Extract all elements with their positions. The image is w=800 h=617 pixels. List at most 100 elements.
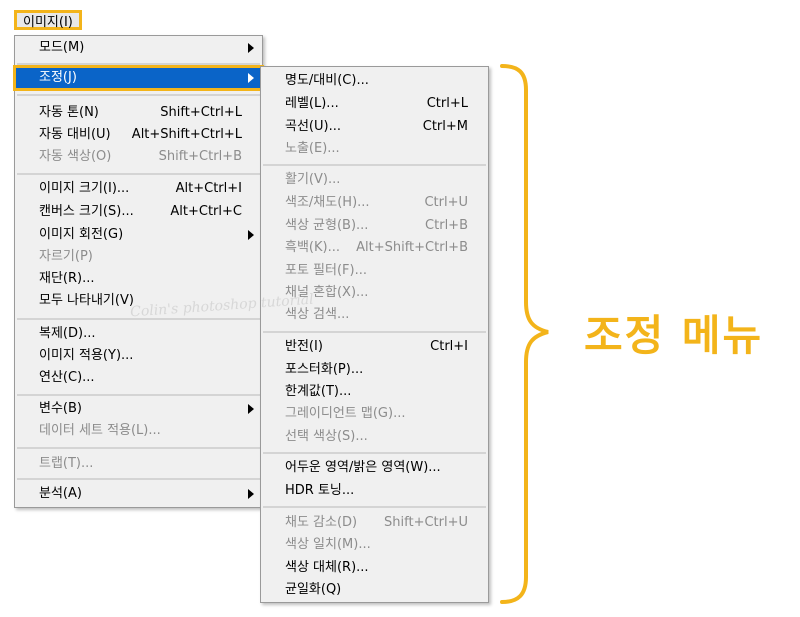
menu-item-invert[interactable]: 반전(I) Ctrl+I bbox=[261, 336, 488, 358]
separator bbox=[263, 164, 486, 166]
menu-item-auto-contrast[interactable]: 자동 대비(U) Alt+Shift+Ctrl+L bbox=[15, 124, 262, 146]
menu-item-apply-image[interactable]: 이미지 적용(Y)... bbox=[15, 345, 262, 367]
separator bbox=[17, 394, 260, 396]
separator bbox=[17, 94, 260, 96]
menu-item-desaturate[interactable]: 채도 감소(D) Shift+Ctrl+U bbox=[261, 512, 488, 534]
menu-item-label: 이미지 크기(I)... bbox=[39, 181, 130, 196]
menu-item-trap[interactable]: 트랩(T)... bbox=[15, 453, 262, 475]
submenu-arrow-icon bbox=[248, 73, 254, 83]
menu-item-label: 곡선(U)... bbox=[285, 119, 341, 134]
submenu-arrow-icon bbox=[248, 404, 254, 414]
menu-item-selective-color[interactable]: 선택 색상(S)... bbox=[261, 426, 488, 448]
menu-item-analysis[interactable]: 분석(A) bbox=[15, 483, 262, 505]
menu-item-label: 색상 대체(R)... bbox=[285, 560, 369, 575]
menu-item-label: 균일화(Q) bbox=[285, 582, 342, 597]
menu-item-hue-saturation[interactable]: 색조/채도(H)... Ctrl+U bbox=[261, 192, 488, 214]
menu-item-label: 조정(J) bbox=[39, 70, 77, 85]
menu-item-apply-data-set[interactable]: 데이터 세트 적용(L)... bbox=[15, 420, 262, 442]
menu-item-label: HDR 토닝... bbox=[285, 483, 355, 498]
menu-item-label: 활기(V)... bbox=[285, 172, 341, 187]
menu-item-label: 변수(B) bbox=[39, 401, 82, 416]
menu-item-curves[interactable]: 곡선(U)... Ctrl+M bbox=[261, 116, 488, 138]
menu-item-label: 모두 나타내기(V) bbox=[39, 293, 134, 308]
menu-item-exposure[interactable]: 노출(E)... bbox=[261, 138, 488, 160]
menu-item-label: 자동 색상(O) bbox=[39, 149, 112, 164]
menu-item-threshold[interactable]: 한계값(T)... bbox=[261, 381, 488, 403]
shortcut: Ctrl+L bbox=[426, 96, 468, 111]
menu-item-label: 이미지 적용(Y)... bbox=[39, 348, 134, 363]
menu-item-posterize[interactable]: 포스터화(P)... bbox=[261, 359, 488, 381]
separator bbox=[263, 452, 486, 454]
menu-item-equalize[interactable]: 균일화(Q) bbox=[261, 579, 488, 601]
menu-item-black-white[interactable]: 흑백(K)... Alt+Shift+Ctrl+B bbox=[261, 237, 488, 259]
menu-item-label: 어두운 영역/밝은 영역(W)... bbox=[285, 460, 441, 475]
menu-item-levels[interactable]: 레벨(L)... Ctrl+L bbox=[261, 93, 488, 115]
image-menu[interactable]: 이미지(I) bbox=[14, 10, 82, 30]
menu-item-label: 모드(M) bbox=[39, 40, 85, 55]
submenu-arrow-icon bbox=[248, 489, 254, 499]
shortcut: Shift+Ctrl+U bbox=[384, 515, 468, 530]
menu-item-label: 노출(E)... bbox=[285, 141, 340, 156]
shortcut: Alt+Ctrl+I bbox=[175, 181, 242, 196]
menu-item-auto-color[interactable]: 자동 색상(O) Shift+Ctrl+B bbox=[15, 146, 262, 168]
submenu-arrow-icon bbox=[248, 230, 254, 240]
menu-item-label: 흑백(K)... bbox=[285, 240, 340, 255]
menu-item-label: 자르기(P) bbox=[39, 249, 93, 264]
separator bbox=[17, 447, 260, 449]
separator bbox=[263, 506, 486, 508]
menu-item-gradient-map[interactable]: 그레이디언트 맵(G)... bbox=[261, 403, 488, 425]
shortcut: Shift+Ctrl+B bbox=[158, 149, 242, 164]
menu-item-vibrance[interactable]: 활기(V)... bbox=[261, 169, 488, 191]
menu-item-label: 분석(A) bbox=[39, 486, 82, 501]
menu-item-label: 반전(I) bbox=[285, 339, 323, 354]
menu-item-label: 한계값(T)... bbox=[285, 384, 352, 399]
submenu-arrow-icon bbox=[248, 43, 254, 53]
menu-item-label: 연산(C)... bbox=[39, 370, 95, 385]
menu-item-auto-tone[interactable]: 자동 톤(N) Shift+Ctrl+L bbox=[15, 102, 262, 124]
menu-item-variables[interactable]: 변수(B) bbox=[15, 398, 262, 420]
menu-item-color-balance[interactable]: 색상 균형(B)... Ctrl+B bbox=[261, 215, 488, 237]
menu-item-label: 포스터화(P)... bbox=[285, 362, 364, 377]
menu-item-hdr-toning[interactable]: HDR 토닝... bbox=[261, 480, 488, 502]
menu-item-image-rotation[interactable]: 이미지 회전(G) bbox=[15, 224, 262, 246]
menu-item-label: 선택 색상(S)... bbox=[285, 429, 368, 444]
annotation-label: 조정 메뉴 bbox=[584, 311, 764, 360]
curly-brace-icon bbox=[500, 64, 549, 604]
image-menu-label: 이미지(I) bbox=[23, 15, 73, 30]
shortcut: Ctrl+I bbox=[430, 339, 468, 354]
menu-item-label: 포토 필터(F)... bbox=[285, 263, 367, 278]
menu-item-mode[interactable]: 모드(M) bbox=[15, 37, 262, 59]
menu-item-label: 이미지 회전(G) bbox=[39, 227, 124, 242]
menu-item-label: 색상 균형(B)... bbox=[285, 218, 369, 233]
menu-item-adjustments[interactable]: 조정(J) bbox=[13, 65, 264, 91]
menu-item-label: 그레이디언트 맵(G)... bbox=[285, 406, 406, 421]
menu-item-label: 자동 톤(N) bbox=[39, 105, 99, 120]
menu-item-photo-filter[interactable]: 포토 필터(F)... bbox=[261, 260, 488, 282]
menu-item-replace-color[interactable]: 색상 대체(R)... bbox=[261, 557, 488, 579]
menu-item-label: 색조/채도(H)... bbox=[285, 195, 370, 210]
menu-item-calculations[interactable]: 연산(C)... bbox=[15, 367, 262, 389]
menu-item-shadows-highlights[interactable]: 어두운 영역/밝은 영역(W)... bbox=[261, 457, 488, 479]
menu-item-image-size[interactable]: 이미지 크기(I)... Alt+Ctrl+I bbox=[15, 178, 262, 200]
menu-item-label: 색상 검색... bbox=[285, 307, 350, 322]
shortcut: Alt+Ctrl+C bbox=[170, 204, 242, 219]
menu-item-label: 자동 대비(U) bbox=[39, 127, 111, 142]
menu-item-label: 캔버스 크기(S)... bbox=[39, 204, 134, 219]
shortcut: Ctrl+U bbox=[424, 195, 468, 210]
shortcut: Alt+Shift+Ctrl+L bbox=[131, 127, 242, 142]
menu-item-label: 재단(R)... bbox=[39, 271, 95, 286]
separator bbox=[263, 331, 486, 333]
menu-item-label: 색상 일치(M)... bbox=[285, 537, 371, 552]
menu-item-duplicate[interactable]: 복제(D)... bbox=[15, 323, 262, 345]
menu-item-label: 채도 감소(D) bbox=[285, 515, 358, 530]
menu-item-canvas-size[interactable]: 캔버스 크기(S)... Alt+Ctrl+C bbox=[15, 201, 262, 223]
menu-item-match-color[interactable]: 색상 일치(M)... bbox=[261, 534, 488, 556]
shortcut: Ctrl+B bbox=[425, 218, 468, 233]
menu-item-crop[interactable]: 자르기(P) bbox=[15, 246, 262, 268]
menu-item-label: 트랩(T)... bbox=[39, 456, 94, 471]
separator bbox=[17, 478, 260, 480]
menu-item-brightness-contrast[interactable]: 명도/대비(C)... bbox=[261, 70, 488, 92]
menu-item-trim[interactable]: 재단(R)... bbox=[15, 268, 262, 290]
menu-item-label: 명도/대비(C)... bbox=[285, 73, 369, 88]
menu-item-label: 레벨(L)... bbox=[285, 96, 339, 111]
